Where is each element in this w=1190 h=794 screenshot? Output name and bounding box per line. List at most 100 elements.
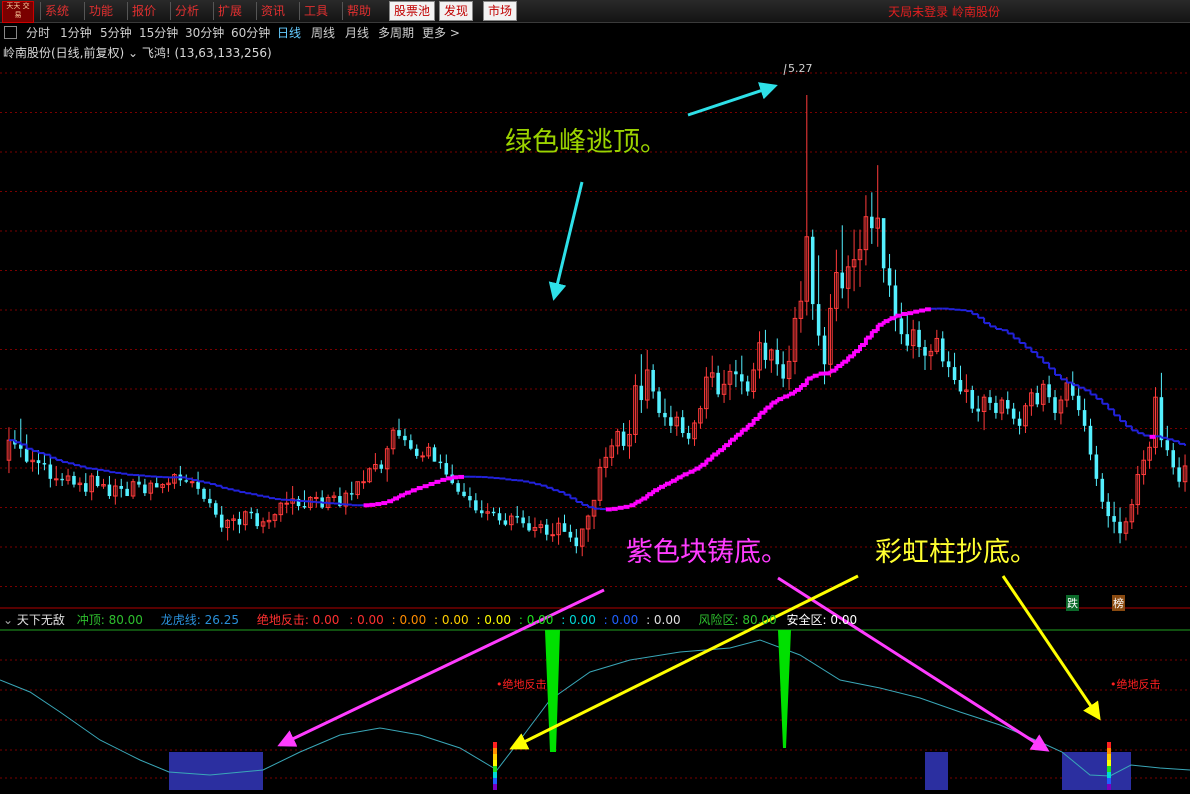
- candle-body-down: [349, 493, 354, 495]
- candle-body-down: [1159, 397, 1164, 441]
- green-peak-spike-1: [545, 630, 560, 752]
- purple-block-2: [925, 752, 948, 790]
- candle-body-down: [775, 349, 780, 365]
- candle-body-down: [810, 236, 815, 305]
- indicator-name[interactable]: 天下无敌: [17, 613, 65, 627]
- candle-body-down: [196, 481, 200, 489]
- indicator-panel: [0, 630, 1190, 790]
- candle-body-down: [946, 361, 951, 368]
- candle-body-down: [1094, 454, 1099, 479]
- candle-body-up: [420, 455, 425, 458]
- candle-body-down: [639, 385, 644, 401]
- candle-body-down: [651, 369, 655, 392]
- candle-body-down: [214, 503, 218, 515]
- candle-body-down: [887, 268, 892, 286]
- candle-body-down: [1177, 467, 1181, 482]
- candle-body-down: [870, 216, 874, 229]
- annotation-green-peak: 绿色峰逃顶。: [505, 127, 667, 158]
- candle-body-down: [917, 329, 921, 348]
- candle-body-down: [438, 461, 443, 464]
- fengxian-value: 风险区: 80.00: [698, 613, 777, 627]
- value-7: : 0.00: [603, 613, 639, 627]
- rainbow-column-segment: [493, 742, 497, 748]
- indicator-collapse-icon[interactable]: ⌄: [3, 613, 17, 627]
- candle-body-down: [740, 374, 744, 382]
- candle-body-down: [544, 524, 549, 535]
- candle-body-down: [397, 430, 401, 436]
- candle-body-down: [107, 484, 112, 497]
- price-grid: [0, 72, 1190, 779]
- candle-body-down: [137, 481, 141, 485]
- candle-body-down: [491, 511, 496, 514]
- candle-body-down: [143, 484, 147, 494]
- rainbow-column-segment: [493, 766, 497, 772]
- candle-body-down: [669, 417, 673, 426]
- value-1: : 0.00: [349, 613, 384, 627]
- candle-body-down: [816, 304, 821, 336]
- candle-body-down: [474, 500, 478, 511]
- purple-block-3: [1062, 752, 1131, 790]
- candle-body-down: [893, 285, 898, 319]
- candles: [6, 94, 1188, 557]
- rainbow-column-segment: [493, 748, 497, 754]
- candle-body-down: [562, 523, 567, 532]
- candle-body-down: [72, 475, 76, 485]
- candle-body-down: [237, 518, 242, 525]
- rainbow-column-segment: [493, 754, 497, 760]
- candle-body-down: [208, 498, 212, 504]
- rainbow-column-segment: [1107, 742, 1111, 748]
- candle-body-down: [1011, 408, 1016, 419]
- candle-body-up: [53, 478, 59, 481]
- candle-body-down: [1171, 450, 1175, 468]
- candle-body-down: [125, 488, 129, 497]
- candle-body-down: [621, 431, 626, 446]
- rainbow-column-segment: [493, 760, 497, 766]
- candle-body-down: [503, 520, 508, 525]
- candle-body-down: [249, 511, 254, 514]
- candle-body-down: [680, 417, 685, 433]
- candle-body-down: [60, 478, 64, 481]
- badge-die: 跌: [1066, 595, 1079, 611]
- candle-body-down: [574, 537, 579, 547]
- candle-body-down: [468, 496, 472, 501]
- arrow-rainbow-right: [1001, 575, 1101, 721]
- candle-body-down: [663, 412, 667, 418]
- chongding-value: 冲顶: 80.00: [76, 613, 143, 627]
- candle-body-down: [970, 390, 975, 409]
- value-4: : 0.00: [476, 613, 512, 627]
- ma-line: [8, 307, 1187, 512]
- candle-body-down: [905, 334, 910, 346]
- candle-body-down: [568, 531, 573, 538]
- candle-body-down: [1088, 425, 1093, 455]
- indicator-header: ⌄ 天下无敌 冲顶: 80.00 龙虎线: 26.25 绝地反击: 0.00 :…: [3, 611, 857, 628]
- candle-body-up: [550, 534, 555, 537]
- arrow-to-green-peak: [548, 181, 584, 301]
- arrow-purple-right: [777, 576, 1050, 752]
- annotation-arrows: [277, 63, 1101, 752]
- candle-body-down: [940, 338, 945, 362]
- candle-body-up: [189, 481, 195, 484]
- candle-body-down: [899, 318, 904, 335]
- candle-body-down: [527, 523, 531, 531]
- value-8: : 0.00: [646, 613, 681, 627]
- rainbow-column-segment: [1107, 754, 1111, 760]
- candle-body-down: [958, 380, 963, 392]
- annotation-rainbow: 彩虹柱抄底。: [875, 537, 1037, 568]
- candle-body-down: [923, 347, 927, 356]
- arrow-to-peak: [687, 82, 778, 117]
- rainbow-column-segment: [1107, 766, 1111, 772]
- value-3: : 0.00: [434, 613, 469, 627]
- candle-body-down: [42, 463, 47, 465]
- longhu-value: 龙虎线: 26.25: [160, 613, 239, 627]
- candle-body-down: [822, 335, 827, 365]
- candle-body-down: [84, 483, 88, 492]
- candle-body-down: [154, 483, 159, 488]
- rainbow-column-segment: [1107, 784, 1111, 790]
- candle-body-up: [314, 496, 319, 499]
- badge-bang: 榜: [1112, 595, 1125, 611]
- juedi-label-left: •绝地反击: [496, 678, 547, 691]
- candle-body-down: [119, 486, 124, 489]
- candle-body-down: [497, 513, 502, 521]
- rainbow-column-segment: [493, 778, 497, 784]
- candle-body-down: [255, 513, 259, 527]
